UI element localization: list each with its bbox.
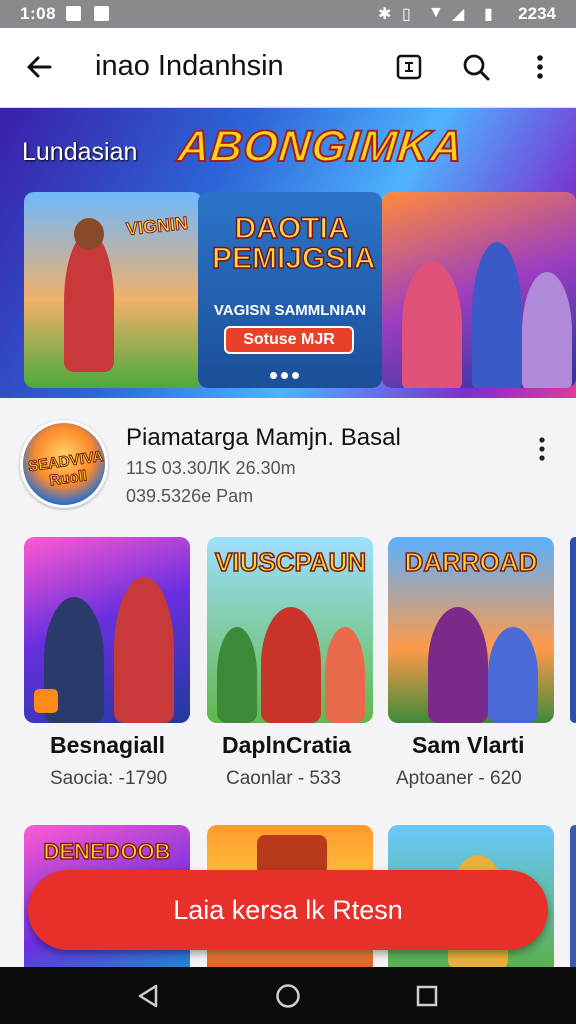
tile-art-banner (257, 835, 327, 875)
game-tile-partial[interactable] (570, 825, 576, 970)
wifi-icon: ▼ (428, 4, 444, 21)
tile-name: Besnagiall (50, 732, 166, 758)
tile-subtitle: Aptoaner - 620 (396, 768, 522, 789)
status-right-text: 2234 (518, 4, 556, 23)
tile-art-title: DARROAD (404, 546, 538, 578)
banner-card-title: DAOTIA PEMIJGSIA (211, 212, 376, 275)
status-time: 1:08 (20, 4, 57, 23)
search-icon[interactable] (461, 52, 491, 82)
signal-icon: ◢ (452, 6, 465, 23)
banner-card-3[interactable] (382, 192, 576, 388)
carousel-dot (270, 372, 277, 379)
page-title: inao Indanhsin (95, 50, 284, 82)
notification-icon (94, 6, 109, 21)
featured-avatar: SEADVIVA Ruoll (20, 420, 108, 508)
character-figure (472, 242, 522, 388)
featured-meta: 039.5326e Pam (126, 486, 254, 506)
tile-subtitle: Caonlar - 533 (226, 768, 342, 789)
status-bar: 1:08 ✱ ▯ ▼ ◢ ▮ 2234 (0, 0, 576, 28)
play-icon (34, 689, 58, 713)
primary-action-button[interactable]: Laia kersa lk Rtesn (28, 870, 548, 950)
game-tile[interactable]: VIUSCPAUN (207, 537, 373, 723)
bluetooth-icon: ✱ (378, 6, 392, 23)
carousel-dot (281, 372, 288, 379)
back-arrow-icon[interactable] (24, 52, 54, 82)
notification-icon (66, 6, 81, 21)
hero-banner[interactable]: Lundasian ABONGIMKA VIGNIN DAOTIA PEMIJG… (0, 108, 576, 398)
tile-subtitle: Saocia: -1790 (50, 768, 168, 789)
carousel-dot (292, 372, 299, 379)
app-bar: inao Indanhsin (0, 28, 576, 108)
carousel-indicator (270, 366, 303, 384)
banner-card-1[interactable]: VIGNIN (24, 192, 202, 388)
character-figure (488, 627, 538, 723)
character-figure (114, 577, 174, 723)
banner-logo: ABONGIMKA (174, 121, 466, 172)
character-figure (64, 232, 114, 372)
cast-icon[interactable] (394, 52, 424, 82)
tile-art-title: VIUSCPAUN (214, 546, 367, 578)
banner-card-2[interactable]: DAOTIA PEMIJGSIA VAGISN SAMMLNIAN Sotuse… (198, 192, 382, 388)
featured-more-icon[interactable] (532, 434, 552, 464)
character-head (74, 218, 104, 250)
nav-recents-icon[interactable] (415, 983, 439, 1009)
more-options-icon[interactable] (525, 52, 555, 82)
game-tile[interactable] (24, 537, 190, 723)
banner-card-button[interactable]: Sotuse MJR (224, 326, 354, 354)
tile-name: DaplnCratia (222, 732, 352, 758)
character-figure (428, 607, 488, 723)
avatar-logo-text: SEADVIVA Ruoll (27, 447, 105, 490)
tile-art-title: DENEDOOB (43, 838, 172, 865)
banner-card-tag: VIGNIN (125, 212, 190, 240)
game-tile[interactable]: DARROAD (388, 537, 554, 723)
character-figure (522, 272, 572, 388)
featured-name: Piamatarga Mamjn. Basal (126, 424, 401, 451)
nav-home-icon[interactable] (275, 983, 301, 1009)
system-nav-bar (0, 967, 576, 1024)
banner-label: Lundasian (22, 138, 138, 166)
battery-icon: ▮ (484, 6, 493, 23)
character-figure (402, 262, 462, 388)
nav-back-icon[interactable] (136, 983, 160, 1009)
game-tile-partial[interactable] (570, 537, 576, 723)
tile-name: Sam Vlarti (412, 732, 525, 758)
featured-stats: 11S 03.30ЛK 26.30m (126, 458, 296, 478)
character-figure (261, 607, 321, 723)
character-figure (217, 627, 257, 723)
featured-item[interactable]: SEADVIVA Ruoll Piamatarga Mamjn. Basal 1… (0, 398, 576, 518)
banner-card-subtitle: VAGISN SAMMLNIAN (213, 302, 367, 319)
character-figure (325, 627, 365, 723)
vibrate-icon: ▯ (402, 6, 411, 23)
